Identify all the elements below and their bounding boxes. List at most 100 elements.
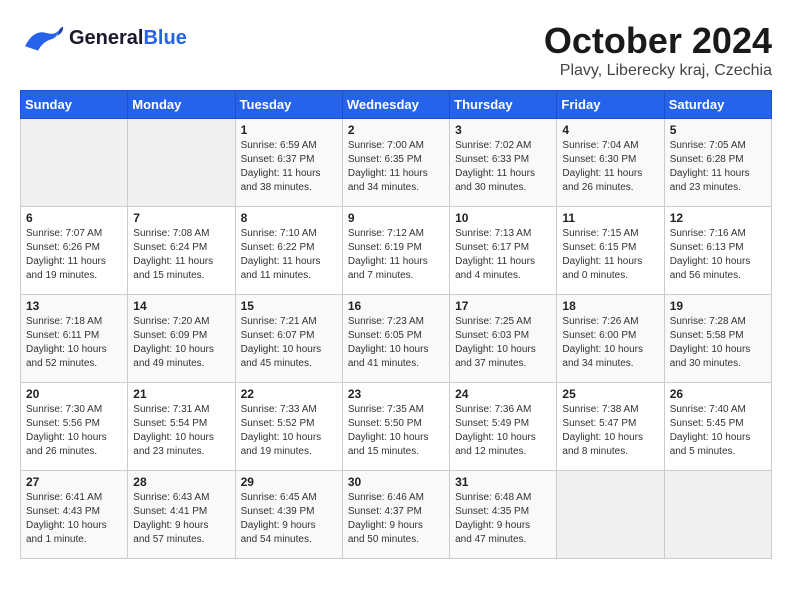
day-number: 24 — [455, 387, 551, 401]
calendar-cell: 25Sunrise: 7:38 AM Sunset: 5:47 PM Dayli… — [557, 383, 664, 471]
calendar-cell: 30 Sunrise: 6:46 AM Sunset: 4:37 PM Dayli… — [342, 471, 449, 559]
calendar-cell: 20 Sunrise: 7:30 AM Sunset: 5:56 PM Dayli… — [21, 383, 128, 471]
day-number: 3 — [455, 123, 551, 137]
day-number: 30 — [348, 475, 444, 489]
weekday-header-sunday: Sunday — [21, 91, 128, 119]
calendar-cell — [664, 471, 771, 559]
weekday-header-wednesday: Wednesday — [342, 91, 449, 119]
day-info: Sunrise: 7:30 AM Sunset: 5:56 PM Dayligh… — [26, 403, 122, 459]
calendar-cell: 3Sunrise: 7:02 AM Sunset: 6:33 PM Daylig… — [450, 119, 557, 207]
day-info: Sunrise: 7:04 AM Sunset: 6:30 PM Dayligh… — [562, 139, 658, 195]
day-info: Sunrise: 7:05 AM Sunset: 6:28 PM Dayligh… — [670, 139, 766, 195]
day-info: Sunrise: 7:38 AM Sunset: 5:47 PM Dayligh… — [562, 403, 658, 459]
calendar-cell: 29 Sunrise: 6:45 AM Sunset: 4:39 PM Dayli… — [235, 471, 342, 559]
day-info: Sunrise: 7:18 AM Sunset: 6:11 PM Dayligh… — [26, 315, 122, 371]
day-info: Sunrise: 7:28 AM Sunset: 5:58 PM Dayligh… — [670, 315, 766, 371]
calendar-cell: 31Sunrise: 6:48 AM Sunset: 4:35 PM Dayli… — [450, 471, 557, 559]
day-number: 20 — [26, 387, 122, 401]
weekday-header-monday: Monday — [128, 91, 235, 119]
day-number: 26 — [670, 387, 766, 401]
month-title: October 2024 — [544, 20, 772, 62]
logo-text: GeneralBlue — [69, 27, 187, 49]
day-info: Sunrise: 7:13 AM Sunset: 6:17 PM Dayligh… — [455, 227, 551, 283]
calendar-week-3: 13 Sunrise: 7:18 AM Sunset: 6:11 PM Dayli… — [21, 295, 772, 383]
day-info: Sunrise: 6:41 AM Sunset: 4:43 PM Dayligh… — [26, 491, 122, 547]
calendar-cell: 2Sunrise: 7:00 AM Sunset: 6:35 PM Daylig… — [342, 119, 449, 207]
calendar-cell: 18 Sunrise: 7:26 AM Sunset: 6:00 PM Dayli… — [557, 295, 664, 383]
day-number: 9 — [348, 211, 444, 225]
weekday-header-row: SundayMondayTuesdayWednesdayThursdayFrid… — [21, 91, 772, 119]
logo: GeneralBlue — [20, 20, 187, 55]
day-number: 17 — [455, 299, 551, 313]
day-number: 8 — [241, 211, 337, 225]
calendar-table: SundayMondayTuesdayWednesdayThursdayFrid… — [20, 90, 772, 559]
day-info: Sunrise: 7:35 AM Sunset: 5:50 PM Dayligh… — [348, 403, 444, 459]
calendar-week-2: 6Sunrise: 7:07 AM Sunset: 6:26 PM Daylig… — [21, 207, 772, 295]
calendar-cell: 23 Sunrise: 7:35 AM Sunset: 5:50 PM Dayli… — [342, 383, 449, 471]
day-number: 29 — [241, 475, 337, 489]
day-number: 1 — [241, 123, 337, 137]
day-info: Sunrise: 7:26 AM Sunset: 6:00 PM Dayligh… — [562, 315, 658, 371]
title-block: October 2024 Plavy, Liberecky kraj, Czec… — [544, 20, 772, 80]
day-info: Sunrise: 7:10 AM Sunset: 6:22 PM Dayligh… — [241, 227, 337, 283]
calendar-cell: 11 Sunrise: 7:15 AM Sunset: 6:15 PM Dayli… — [557, 207, 664, 295]
calendar-week-1: 1 Sunrise: 6:59 AM Sunset: 6:37 PM Daylig… — [21, 119, 772, 207]
day-number: 5 — [670, 123, 766, 137]
calendar-cell: 6Sunrise: 7:07 AM Sunset: 6:26 PM Daylig… — [21, 207, 128, 295]
day-number: 10 — [455, 211, 551, 225]
calendar-cell: 12 Sunrise: 7:16 AM Sunset: 6:13 PM Dayli… — [664, 207, 771, 295]
logo-icon — [20, 20, 65, 55]
page-header: GeneralBlue October 2024 Plavy, Libereck… — [20, 20, 772, 80]
day-number: 15 — [241, 299, 337, 313]
day-info: Sunrise: 6:59 AM Sunset: 6:37 PM Dayligh… — [241, 139, 337, 195]
calendar-cell: 15 Sunrise: 7:21 AM Sunset: 6:07 PM Dayli… — [235, 295, 342, 383]
day-number: 13 — [26, 299, 122, 313]
calendar-cell — [128, 119, 235, 207]
day-info: Sunrise: 7:00 AM Sunset: 6:35 PM Dayligh… — [348, 139, 444, 195]
calendar-cell: 26 Sunrise: 7:40 AM Sunset: 5:45 PM Dayli… — [664, 383, 771, 471]
calendar-week-5: 27 Sunrise: 6:41 AM Sunset: 4:43 PM Dayli… — [21, 471, 772, 559]
day-info: Sunrise: 7:21 AM Sunset: 6:07 PM Dayligh… — [241, 315, 337, 371]
calendar-cell: 8 Sunrise: 7:10 AM Sunset: 6:22 PM Daylig… — [235, 207, 342, 295]
day-number: 6 — [26, 211, 122, 225]
calendar-cell: 14Sunrise: 7:20 AM Sunset: 6:09 PM Dayli… — [128, 295, 235, 383]
day-info: Sunrise: 7:31 AM Sunset: 5:54 PM Dayligh… — [133, 403, 229, 459]
day-number: 28 — [133, 475, 229, 489]
calendar-cell: 27 Sunrise: 6:41 AM Sunset: 4:43 PM Dayli… — [21, 471, 128, 559]
calendar-cell: 1 Sunrise: 6:59 AM Sunset: 6:37 PM Daylig… — [235, 119, 342, 207]
day-number: 27 — [26, 475, 122, 489]
calendar-cell: 10 Sunrise: 7:13 AM Sunset: 6:17 PM Dayli… — [450, 207, 557, 295]
day-number: 7 — [133, 211, 229, 225]
day-info: Sunrise: 7:20 AM Sunset: 6:09 PM Dayligh… — [133, 315, 229, 371]
day-info: Sunrise: 7:15 AM Sunset: 6:15 PM Dayligh… — [562, 227, 658, 283]
day-number: 11 — [562, 211, 658, 225]
day-info: Sunrise: 6:46 AM Sunset: 4:37 PM Dayligh… — [348, 491, 444, 547]
calendar-cell: 7 Sunrise: 7:08 AM Sunset: 6:24 PM Daylig… — [128, 207, 235, 295]
calendar-cell: 21 Sunrise: 7:31 AM Sunset: 5:54 PM Dayli… — [128, 383, 235, 471]
day-number: 22 — [241, 387, 337, 401]
calendar-cell: 13 Sunrise: 7:18 AM Sunset: 6:11 PM Dayli… — [21, 295, 128, 383]
calendar-cell: 19Sunrise: 7:28 AM Sunset: 5:58 PM Dayli… — [664, 295, 771, 383]
calendar-cell: 4 Sunrise: 7:04 AM Sunset: 6:30 PM Daylig… — [557, 119, 664, 207]
day-number: 16 — [348, 299, 444, 313]
calendar-cell: 16Sunrise: 7:23 AM Sunset: 6:05 PM Dayli… — [342, 295, 449, 383]
day-number: 12 — [670, 211, 766, 225]
day-number: 23 — [348, 387, 444, 401]
day-info: Sunrise: 7:08 AM Sunset: 6:24 PM Dayligh… — [133, 227, 229, 283]
day-number: 21 — [133, 387, 229, 401]
day-info: Sunrise: 7:16 AM Sunset: 6:13 PM Dayligh… — [670, 227, 766, 283]
day-info: Sunrise: 7:36 AM Sunset: 5:49 PM Dayligh… — [455, 403, 551, 459]
day-info: Sunrise: 7:40 AM Sunset: 5:45 PM Dayligh… — [670, 403, 766, 459]
day-info: Sunrise: 6:43 AM Sunset: 4:41 PM Dayligh… — [133, 491, 229, 547]
calendar-cell: 5 Sunrise: 7:05 AM Sunset: 6:28 PM Daylig… — [664, 119, 771, 207]
day-info: Sunrise: 6:45 AM Sunset: 4:39 PM Dayligh… — [241, 491, 337, 547]
weekday-header-tuesday: Tuesday — [235, 91, 342, 119]
day-info: Sunrise: 6:48 AM Sunset: 4:35 PM Dayligh… — [455, 491, 551, 547]
day-number: 18 — [562, 299, 658, 313]
location: Plavy, Liberecky kraj, Czechia — [544, 62, 772, 80]
calendar-cell: 28 Sunrise: 6:43 AM Sunset: 4:41 PM Dayli… — [128, 471, 235, 559]
calendar-cell: 17Sunrise: 7:25 AM Sunset: 6:03 PM Dayli… — [450, 295, 557, 383]
day-number: 4 — [562, 123, 658, 137]
calendar-week-4: 20 Sunrise: 7:30 AM Sunset: 5:56 PM Dayli… — [21, 383, 772, 471]
calendar-cell — [21, 119, 128, 207]
